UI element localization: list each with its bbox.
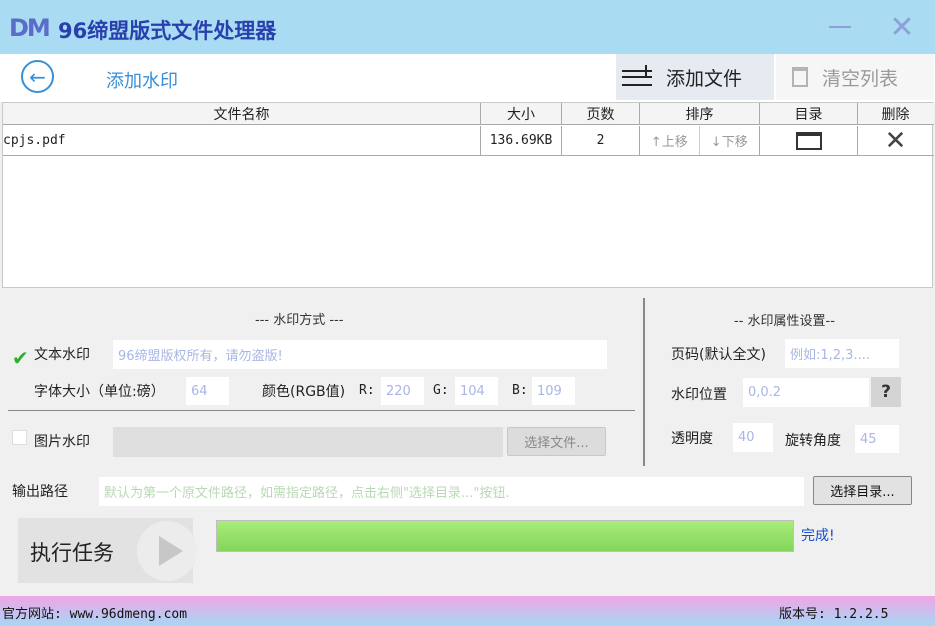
col-header-delete[interactable]: 删除 [858,103,933,124]
run-task-label: 执行任务 [30,541,114,565]
website-text[interactable]: 官方网站: www.96dmeng.com [2,603,187,622]
order-cell: ↑上移 ↓下移 [640,126,760,155]
position-label: 水印位置 [671,387,727,403]
output-path-label: 输出路径 [12,484,68,500]
file-size-cell: 136.69KB [481,126,562,155]
rotation-input[interactable]: 45 [855,425,899,453]
col-header-folder[interactable]: 目录 [760,103,858,124]
run-task-button[interactable]: 执行任务 [18,518,197,583]
col-header-order[interactable]: 排序 [640,103,760,124]
toolbar: ← 添加水印 添加文件 清空列表 [0,54,935,102]
version-text: 版本号: 1.2.2.5 [779,607,889,622]
opacity-label: 透明度 [671,431,713,447]
add-file-label: 添加文件 [666,67,743,90]
col-header-pages[interactable]: 页数 [562,103,640,124]
opacity-input[interactable]: 40 [733,423,773,452]
pages-label: 页码(默认全文) [671,347,766,363]
status-text: 完成! [801,528,835,544]
image-path-input[interactable] [113,427,503,457]
app-logo: DM [9,14,51,42]
minimize-icon [829,26,851,28]
delete-row-button[interactable]: ✕ [858,125,933,156]
table-header: 文件名称 大小 页数 排序 目录 删除 [3,103,934,125]
trash-icon [792,67,808,87]
back-arrow-icon[interactable]: ← [21,60,54,93]
pages-input[interactable]: 例如:1,2,3.... [785,339,899,368]
g-label: G: [433,383,449,398]
title-bar: DM 96缔盟版式文件处理器 ✕ [0,0,935,54]
delete-icon: ✕ [884,125,907,156]
help-button[interactable]: ? [871,377,901,407]
add-file-button[interactable]: 添加文件 [616,54,774,100]
close-icon: ✕ [889,9,915,45]
text-watermark-checkbox[interactable]: ✔ [12,346,29,370]
clear-list-label: 清空列表 [822,67,899,90]
choose-directory-button[interactable]: 选择目录... [813,476,912,505]
font-size-label: 字体大小（单位:磅） [34,384,165,400]
properties-title: -- 水印属性设置-- [734,314,835,329]
play-icon [137,521,197,581]
open-folder-button[interactable] [760,126,858,155]
add-list-icon [622,65,656,89]
clear-list-button[interactable]: 清空列表 [776,54,934,100]
col-header-size[interactable]: 大小 [481,103,562,124]
image-watermark-checkbox[interactable] [12,430,27,445]
color-label: 颜色(RGB值) [262,384,346,400]
rotation-label: 旋转角度 [785,433,841,449]
col-header-name[interactable]: 文件名称 [3,103,481,124]
folder-icon [795,131,822,150]
progress-bar [216,520,794,552]
watermark-text-input[interactable]: 96缔盟版权所有，请勿盗版! [113,340,607,369]
app-title: 96缔盟版式文件处理器 [58,19,277,43]
table-row[interactable]: cpjs.pdf 136.69KB 2 ↑上移 ↓下移 ✕ [3,126,934,156]
page-title: 添加水印 [106,71,178,92]
font-size-input[interactable]: 64 [186,377,229,405]
divider [8,410,635,411]
color-g-input[interactable]: 104 [455,377,498,405]
choose-file-button[interactable]: 选择文件... [507,427,606,456]
minimize-button[interactable] [811,0,869,54]
file-name-cell: cpjs.pdf [3,126,481,155]
move-up-button[interactable]: ↑上移 [640,126,700,155]
vertical-divider [643,298,645,466]
image-watermark-label: 图片水印 [34,434,90,450]
close-button[interactable]: ✕ [873,0,931,54]
text-watermark-label: 文本水印 [34,347,90,363]
b-label: B: [512,383,528,398]
watermark-mode-title: --- 水印方式 --- [255,313,344,328]
move-down-button[interactable]: ↓下移 [700,126,760,155]
position-input[interactable]: 0,0.2 [743,378,869,407]
r-label: R: [359,383,375,398]
file-table: 文件名称 大小 页数 排序 目录 删除 cpjs.pdf 136.69KB 2 … [2,102,934,288]
progress-fill [217,521,793,551]
footer: 官方网站: www.96dmeng.com 版本号: 1.2.2.5 [0,596,935,626]
color-r-input[interactable]: 220 [381,377,424,405]
file-pages-cell: 2 [562,126,640,155]
output-path-input[interactable]: 默认为第一个原文件路径，如需指定路径，点击右侧"选择目录..."按钮. [99,477,804,506]
color-b-input[interactable]: 109 [532,377,575,405]
